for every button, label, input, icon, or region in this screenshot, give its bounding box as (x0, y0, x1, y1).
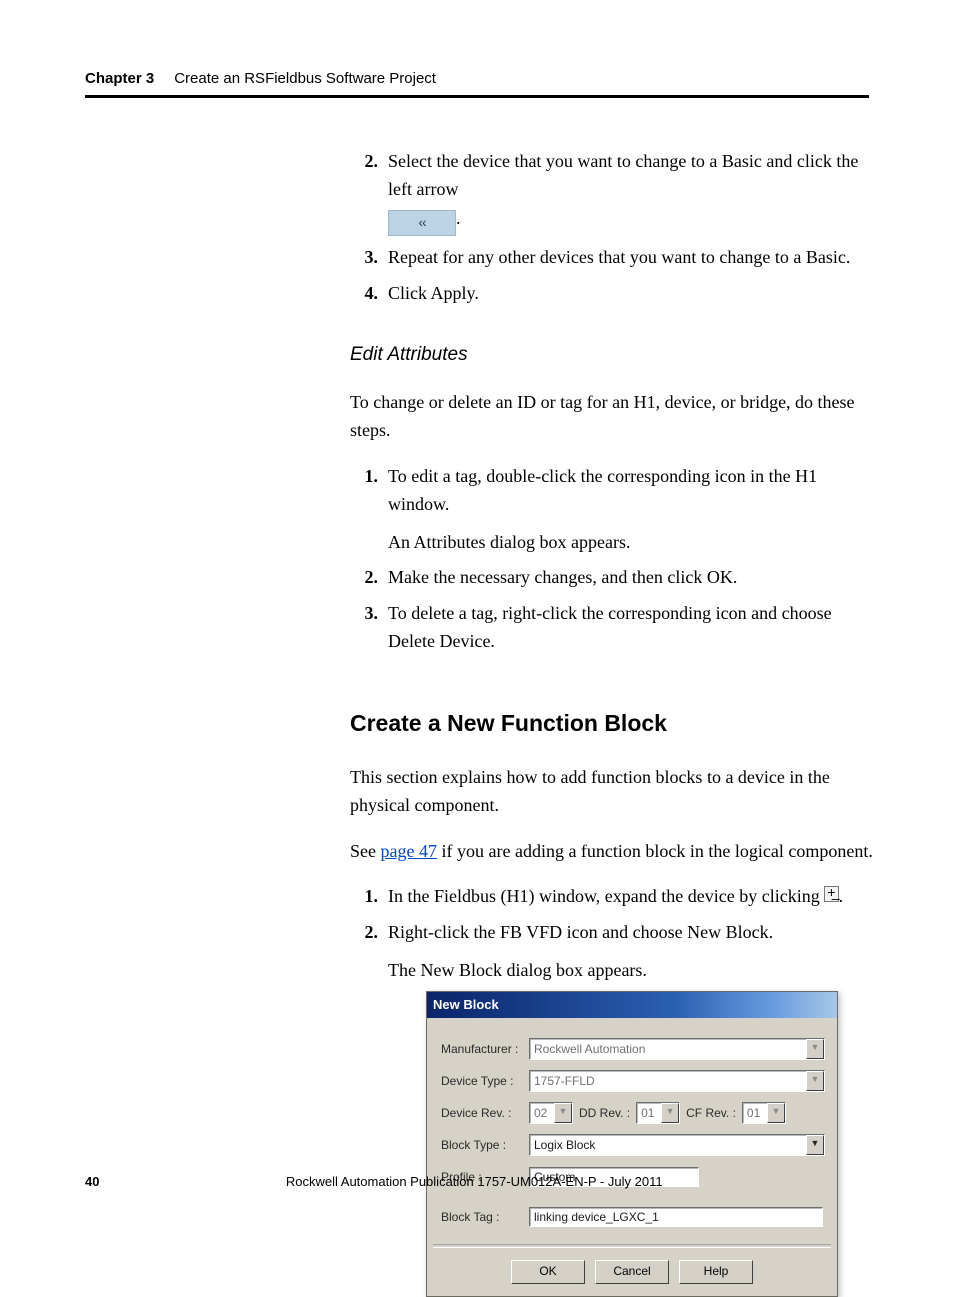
page-number: 40 (85, 1174, 99, 1189)
chevron-down-icon[interactable]: ▼ (661, 1103, 679, 1123)
cf-rev-select[interactable]: 01 ▼ (742, 1102, 786, 1124)
select-value: 01 (743, 1104, 767, 1123)
manufacturer-select[interactable]: Rockwell Automation ▼ (529, 1038, 825, 1060)
step-number: 2. (350, 564, 388, 592)
device-type-select[interactable]: 1757-FFLD ▼ (529, 1070, 825, 1092)
chevron-down-icon[interactable]: ▼ (806, 1135, 824, 1155)
page-header: Chapter 3 Create an RSFieldbus Software … (85, 70, 869, 95)
dialog-title: New Block (427, 992, 837, 1018)
block-type-select[interactable]: Logix Block ▼ (529, 1134, 825, 1156)
heading-create-block: Create a New Function Block (350, 706, 875, 742)
select-value: Rockwell Automation (530, 1040, 806, 1059)
cancel-button[interactable]: Cancel (595, 1260, 669, 1284)
select-value: Logix Block (530, 1136, 806, 1155)
see-text-after: if you are adding a function block in th… (437, 841, 873, 861)
chapter-title: Create an RSFieldbus Software Project (174, 70, 436, 87)
edit-step-2: 2. Make the necessary changes, and then … (350, 564, 875, 592)
step-text: To edit a tag, double-click the correspo… (388, 463, 875, 519)
label-device-type: Device Type : (441, 1072, 529, 1091)
step-text: Repeat for any other devices that you wa… (388, 244, 875, 272)
step-text-end: . (839, 886, 844, 906)
step-subtext: The New Block dialog box appears. (388, 957, 875, 985)
device-rev-select[interactable]: 02 ▼ (529, 1102, 573, 1124)
page-link[interactable]: page 47 (381, 841, 437, 861)
step-number: 3. (350, 600, 388, 656)
label-manufacturer: Manufacturer : (441, 1040, 529, 1059)
period: . (456, 208, 461, 228)
label-block-type: Block Type : (441, 1136, 529, 1155)
label-block-tag: Block Tag : (441, 1208, 529, 1227)
expand-icon[interactable]: +̲ (824, 886, 838, 902)
edit-step-1: 1. To edit a tag, double-click the corre… (350, 463, 875, 557)
chevron-down-icon[interactable]: ▼ (806, 1071, 824, 1091)
create-step-2: 2. Right-click the FB VFD icon and choos… (350, 919, 875, 1297)
ok-button[interactable]: OK (511, 1260, 585, 1284)
block-tag-input[interactable]: linking device_LGXC_1 (529, 1207, 823, 1227)
step-text: Select the device that you want to chang… (388, 151, 858, 199)
page-footer: 40 Rockwell Automation Publication 1757-… (85, 1174, 869, 1189)
step-text: To delete a tag, right-click the corresp… (388, 600, 875, 656)
label-device-rev: Device Rev. : (441, 1104, 529, 1123)
step-number: 2. (350, 919, 388, 1297)
subheading-edit-attributes: Edit Attributes (350, 340, 875, 369)
see-also: See page 47 if you are adding a function… (350, 838, 875, 866)
step-a4: 4. Click Apply. (350, 280, 875, 308)
publication-info: Rockwell Automation Publication 1757-UM0… (99, 1174, 849, 1189)
new-block-dialog: New Block Manufacturer : Rockwell Automa… (426, 991, 838, 1297)
select-value: 1757-FFLD (530, 1072, 806, 1091)
label-dd-rev: DD Rev. : (579, 1104, 630, 1123)
step-text: Make the necessary changes, and then cli… (388, 564, 875, 592)
step-subtext: An Attributes dialog box appears. (388, 529, 875, 557)
step-text: Right-click the FB VFD icon and choose N… (388, 919, 875, 947)
dd-rev-select[interactable]: 01 ▼ (636, 1102, 680, 1124)
chevron-down-icon[interactable]: ▼ (554, 1103, 572, 1123)
step-number: 1. (350, 883, 388, 911)
help-button[interactable]: Help (679, 1260, 753, 1284)
step-number: 2. (350, 148, 388, 236)
select-value: 02 (530, 1104, 554, 1123)
edit-attr-intro: To change or delete an ID or tag for an … (350, 389, 875, 445)
step-a2: 2. Select the device that you want to ch… (350, 148, 875, 236)
step-a3: 3. Repeat for any other devices that you… (350, 244, 875, 272)
create-step-1: 1. In the Fieldbus (H1) window, expand t… (350, 883, 875, 911)
create-block-intro: This section explains how to add functio… (350, 764, 875, 820)
label-cf-rev: CF Rev. : (686, 1104, 736, 1123)
step-number: 4. (350, 280, 388, 308)
step-text: In the Fieldbus (H1) window, expand the … (388, 886, 824, 906)
chevron-down-icon[interactable]: ▼ (806, 1039, 824, 1059)
header-rule (85, 95, 869, 98)
chapter-label: Chapter 3 (85, 70, 154, 87)
chevron-down-icon[interactable]: ▼ (767, 1103, 785, 1123)
step-text: Click Apply. (388, 280, 875, 308)
select-value: 01 (637, 1104, 661, 1123)
step-number: 3. (350, 244, 388, 272)
edit-step-3: 3. To delete a tag, right-click the corr… (350, 600, 875, 656)
step-number: 1. (350, 463, 388, 557)
left-arrow-button[interactable]: ‹‹ (388, 210, 456, 236)
see-text: See (350, 841, 381, 861)
